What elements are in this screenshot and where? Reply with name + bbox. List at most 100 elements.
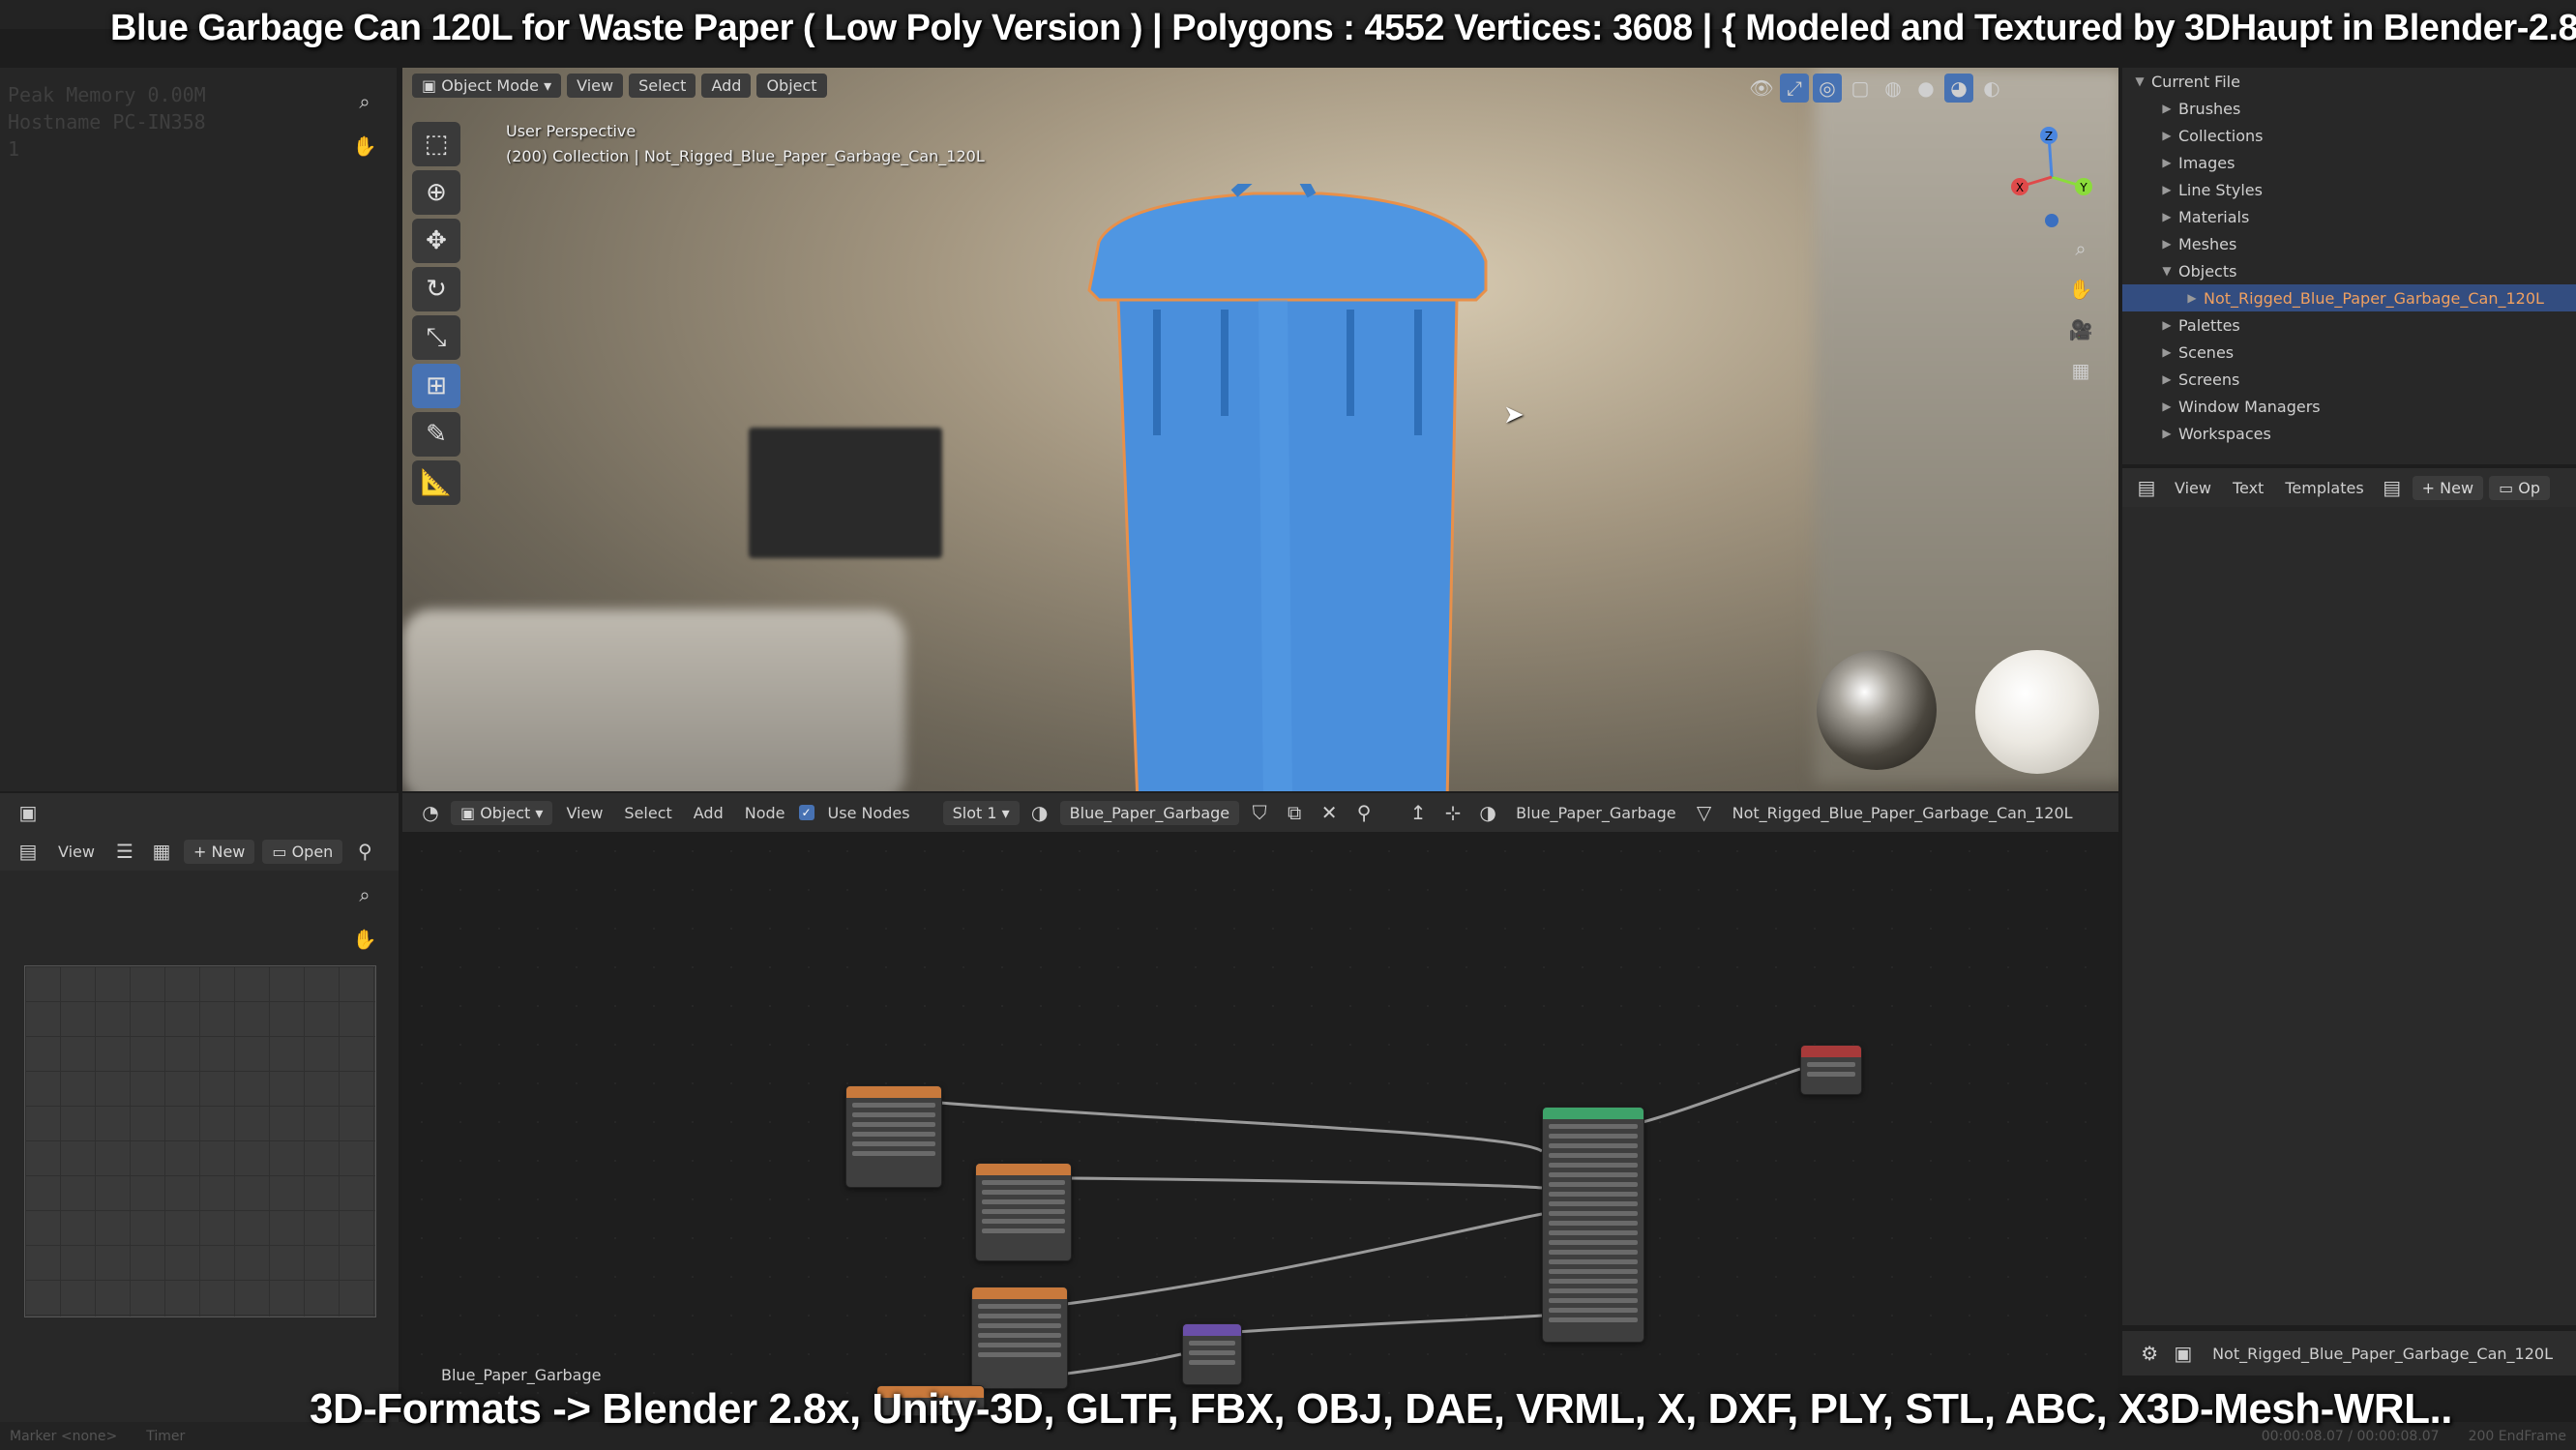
image-mode-icon[interactable]: ▤ — [14, 837, 43, 866]
viewport-shading-controls: 👁 ⤢ ◎ ▢ ◍ ● ◕ ◐ — [1747, 74, 2006, 103]
expand-arrow-icon[interactable]: ▶ — [2155, 345, 2178, 359]
hand-pan-icon[interactable]: ✋ — [350, 132, 379, 161]
outliner-item[interactable]: ▶ Line Styles — [2122, 176, 2576, 203]
outliner-item[interactable]: ▶ Scenes — [2122, 339, 2576, 366]
viewport-3d[interactable]: ▣ Object Mode ▾ View Select Add Object 👁… — [402, 68, 2118, 791]
image-texture-node-1[interactable] — [845, 1085, 942, 1188]
normal-map-node[interactable] — [1182, 1323, 1242, 1385]
transform-tool-icon[interactable]: ⊞ — [412, 364, 460, 408]
outliner-item-label: Brushes — [2178, 99, 2241, 118]
overlay-toggle-icon[interactable]: ◎ — [1813, 74, 1842, 103]
ortho-toggle-icon[interactable]: ▦ — [2066, 356, 2095, 385]
text-menu-templates[interactable]: Templates — [2277, 476, 2371, 500]
hamburger-menu-icon[interactable]: ☰ — [110, 837, 139, 866]
visibility-icon[interactable]: 👁 — [1747, 74, 1776, 103]
outliner-item[interactable]: ▶ Collections — [2122, 122, 2576, 149]
rotate-tool-icon[interactable]: ↻ — [412, 267, 460, 311]
uv-grid — [24, 965, 376, 1317]
expand-arrow-icon[interactable]: ▶ — [2155, 318, 2178, 332]
expand-arrow-icon[interactable]: ▶ — [2155, 210, 2178, 223]
expand-arrow-icon[interactable]: ▶ — [2155, 156, 2178, 169]
expand-arrow-icon[interactable]: ▶ — [2155, 183, 2178, 196]
expand-arrow-icon[interactable]: ▼ — [2128, 74, 2151, 88]
expand-arrow-icon[interactable]: ▶ — [2155, 102, 2178, 115]
text-editor-type-icon[interactable]: ▤ — [2132, 473, 2161, 502]
image-texture-node-2[interactable] — [975, 1163, 1072, 1261]
outliner-item[interactable]: ▶ Not_Rigged_Blue_Paper_Garbage_Can_120L — [2122, 284, 2576, 311]
expand-arrow-icon[interactable]: ▶ — [2155, 427, 2178, 440]
solid-shading-icon[interactable]: ● — [1911, 74, 1940, 103]
expand-arrow-icon[interactable]: ▶ — [2155, 399, 2178, 413]
viewport-menu-add[interactable]: Add — [701, 74, 752, 98]
outliner-root[interactable]: ▼ Current File — [2122, 68, 2576, 95]
text-open-button[interactable]: ▭ Op — [2489, 475, 2551, 500]
expand-arrow-icon[interactable]: ▶ — [2155, 237, 2178, 251]
outliner-item-label: Objects — [2178, 261, 2237, 281]
outliner-item[interactable]: ▶ Workspaces — [2122, 420, 2576, 447]
viewport-menu-object[interactable]: Object — [756, 74, 827, 98]
material-shading-icon[interactable]: ◕ — [1944, 74, 1973, 103]
wireframe-shading-icon[interactable]: ◍ — [1879, 74, 1908, 103]
text-editor-header: ▤ View Text Templates ▤ + New ▭ Op — [2122, 468, 2576, 507]
camera-view-icon[interactable]: 🎥 — [2066, 315, 2095, 344]
expand-arrow-icon[interactable]: ▼ — [2155, 264, 2178, 278]
text-new-label: New — [2440, 478, 2474, 497]
outliner-item-label: Palettes — [2178, 315, 2240, 335]
mouse-cursor-icon: ➤ — [1503, 400, 1525, 429]
background-tv — [749, 428, 942, 558]
select-box-tool-icon[interactable]: ⬚ — [412, 122, 460, 166]
image-new-button[interactable]: + New — [183, 839, 255, 864]
annotate-tool-icon[interactable]: ✎ — [412, 412, 460, 457]
image-open-button[interactable]: ▭ Open — [262, 839, 343, 864]
image-view-menu[interactable]: View — [50, 840, 103, 864]
outliner-item[interactable]: ▶ Palettes — [2122, 311, 2576, 339]
editor-type-icon[interactable]: ▣ — [14, 798, 43, 827]
navigation-gizmo[interactable]: Y Z X — [1999, 124, 2105, 230]
outliner-root-label: Current File — [2151, 72, 2240, 91]
viewport-pan-icon[interactable]: ✋ — [2066, 275, 2095, 304]
outliner-item[interactable]: ▼ Objects — [2122, 257, 2576, 284]
expand-arrow-icon[interactable]: ▶ — [2155, 129, 2178, 142]
outliner-item[interactable]: ▶ Brushes — [2122, 95, 2576, 122]
move-tool-icon[interactable]: ✥ — [412, 219, 460, 263]
text-menu-text[interactable]: Text — [2225, 476, 2271, 500]
material-output-node[interactable] — [1800, 1045, 1862, 1095]
garbage-can[interactable] — [1060, 184, 1563, 791]
viewport-nav-buttons: ⌕ ✋ 🎥 ▦ — [2066, 234, 2095, 385]
image-zoom-icon[interactable]: ⌕ — [350, 880, 379, 909]
gizmo-toggle-icon[interactable]: ⤢ — [1780, 74, 1809, 103]
image-editor-header: ▣ — [0, 793, 399, 832]
outliner-item[interactable]: ▶ Meshes — [2122, 230, 2576, 257]
outliner-item[interactable]: ▶ Window Managers — [2122, 393, 2576, 420]
outliner-item[interactable]: ▶ Screens — [2122, 366, 2576, 393]
outliner-item[interactable]: ▶ Images — [2122, 149, 2576, 176]
image-pan-icon[interactable]: ✋ — [350, 925, 379, 954]
xray-icon[interactable]: ▢ — [1846, 74, 1875, 103]
expand-arrow-icon[interactable]: ▶ — [2180, 291, 2204, 305]
pin-icon[interactable]: ⚲ — [350, 837, 379, 866]
viewport-zoom-icon[interactable]: ⌕ — [2066, 234, 2095, 263]
object-mode-label: Object Mode — [441, 76, 539, 95]
outliner-item[interactable]: ▶ Materials — [2122, 203, 2576, 230]
cursor-tool-icon[interactable]: ⊕ — [412, 170, 460, 215]
viewport-menu-select[interactable]: Select — [629, 74, 696, 98]
outliner-item-label: Meshes — [2178, 234, 2237, 253]
rendered-shading-icon[interactable]: ◐ — [1977, 74, 2006, 103]
principled-bsdf-node[interactable] — [1542, 1107, 1644, 1343]
properties-type-icon[interactable]: ⚙ — [2138, 1339, 2162, 1368]
image-browse-icon[interactable]: ▦ — [147, 837, 176, 866]
expand-arrow-icon[interactable]: ▶ — [2155, 372, 2178, 386]
text-editor-panel: ▤ View Text Templates ▤ + New ▭ Op — [2122, 468, 2576, 1325]
measure-tool-icon[interactable]: 📐 — [412, 460, 460, 505]
zoom-icon[interactable]: ⌕ — [350, 87, 379, 116]
text-menu-view[interactable]: View — [2167, 476, 2219, 500]
outliner-item-label: Collections — [2178, 126, 2264, 145]
viewport-menu-view[interactable]: View — [567, 74, 624, 98]
object-mode-dropdown[interactable]: ▣ Object Mode ▾ — [412, 74, 562, 98]
node-links — [939, 1067, 1801, 1385]
text-browse-icon[interactable]: ▤ — [2378, 473, 2407, 502]
status-end: 200 EndFrame — [2468, 1428, 2566, 1444]
text-new-button[interactable]: + New — [2412, 475, 2484, 500]
scale-tool-icon[interactable]: ⤡ — [412, 315, 460, 360]
image-texture-node-3[interactable] — [971, 1287, 1068, 1389]
